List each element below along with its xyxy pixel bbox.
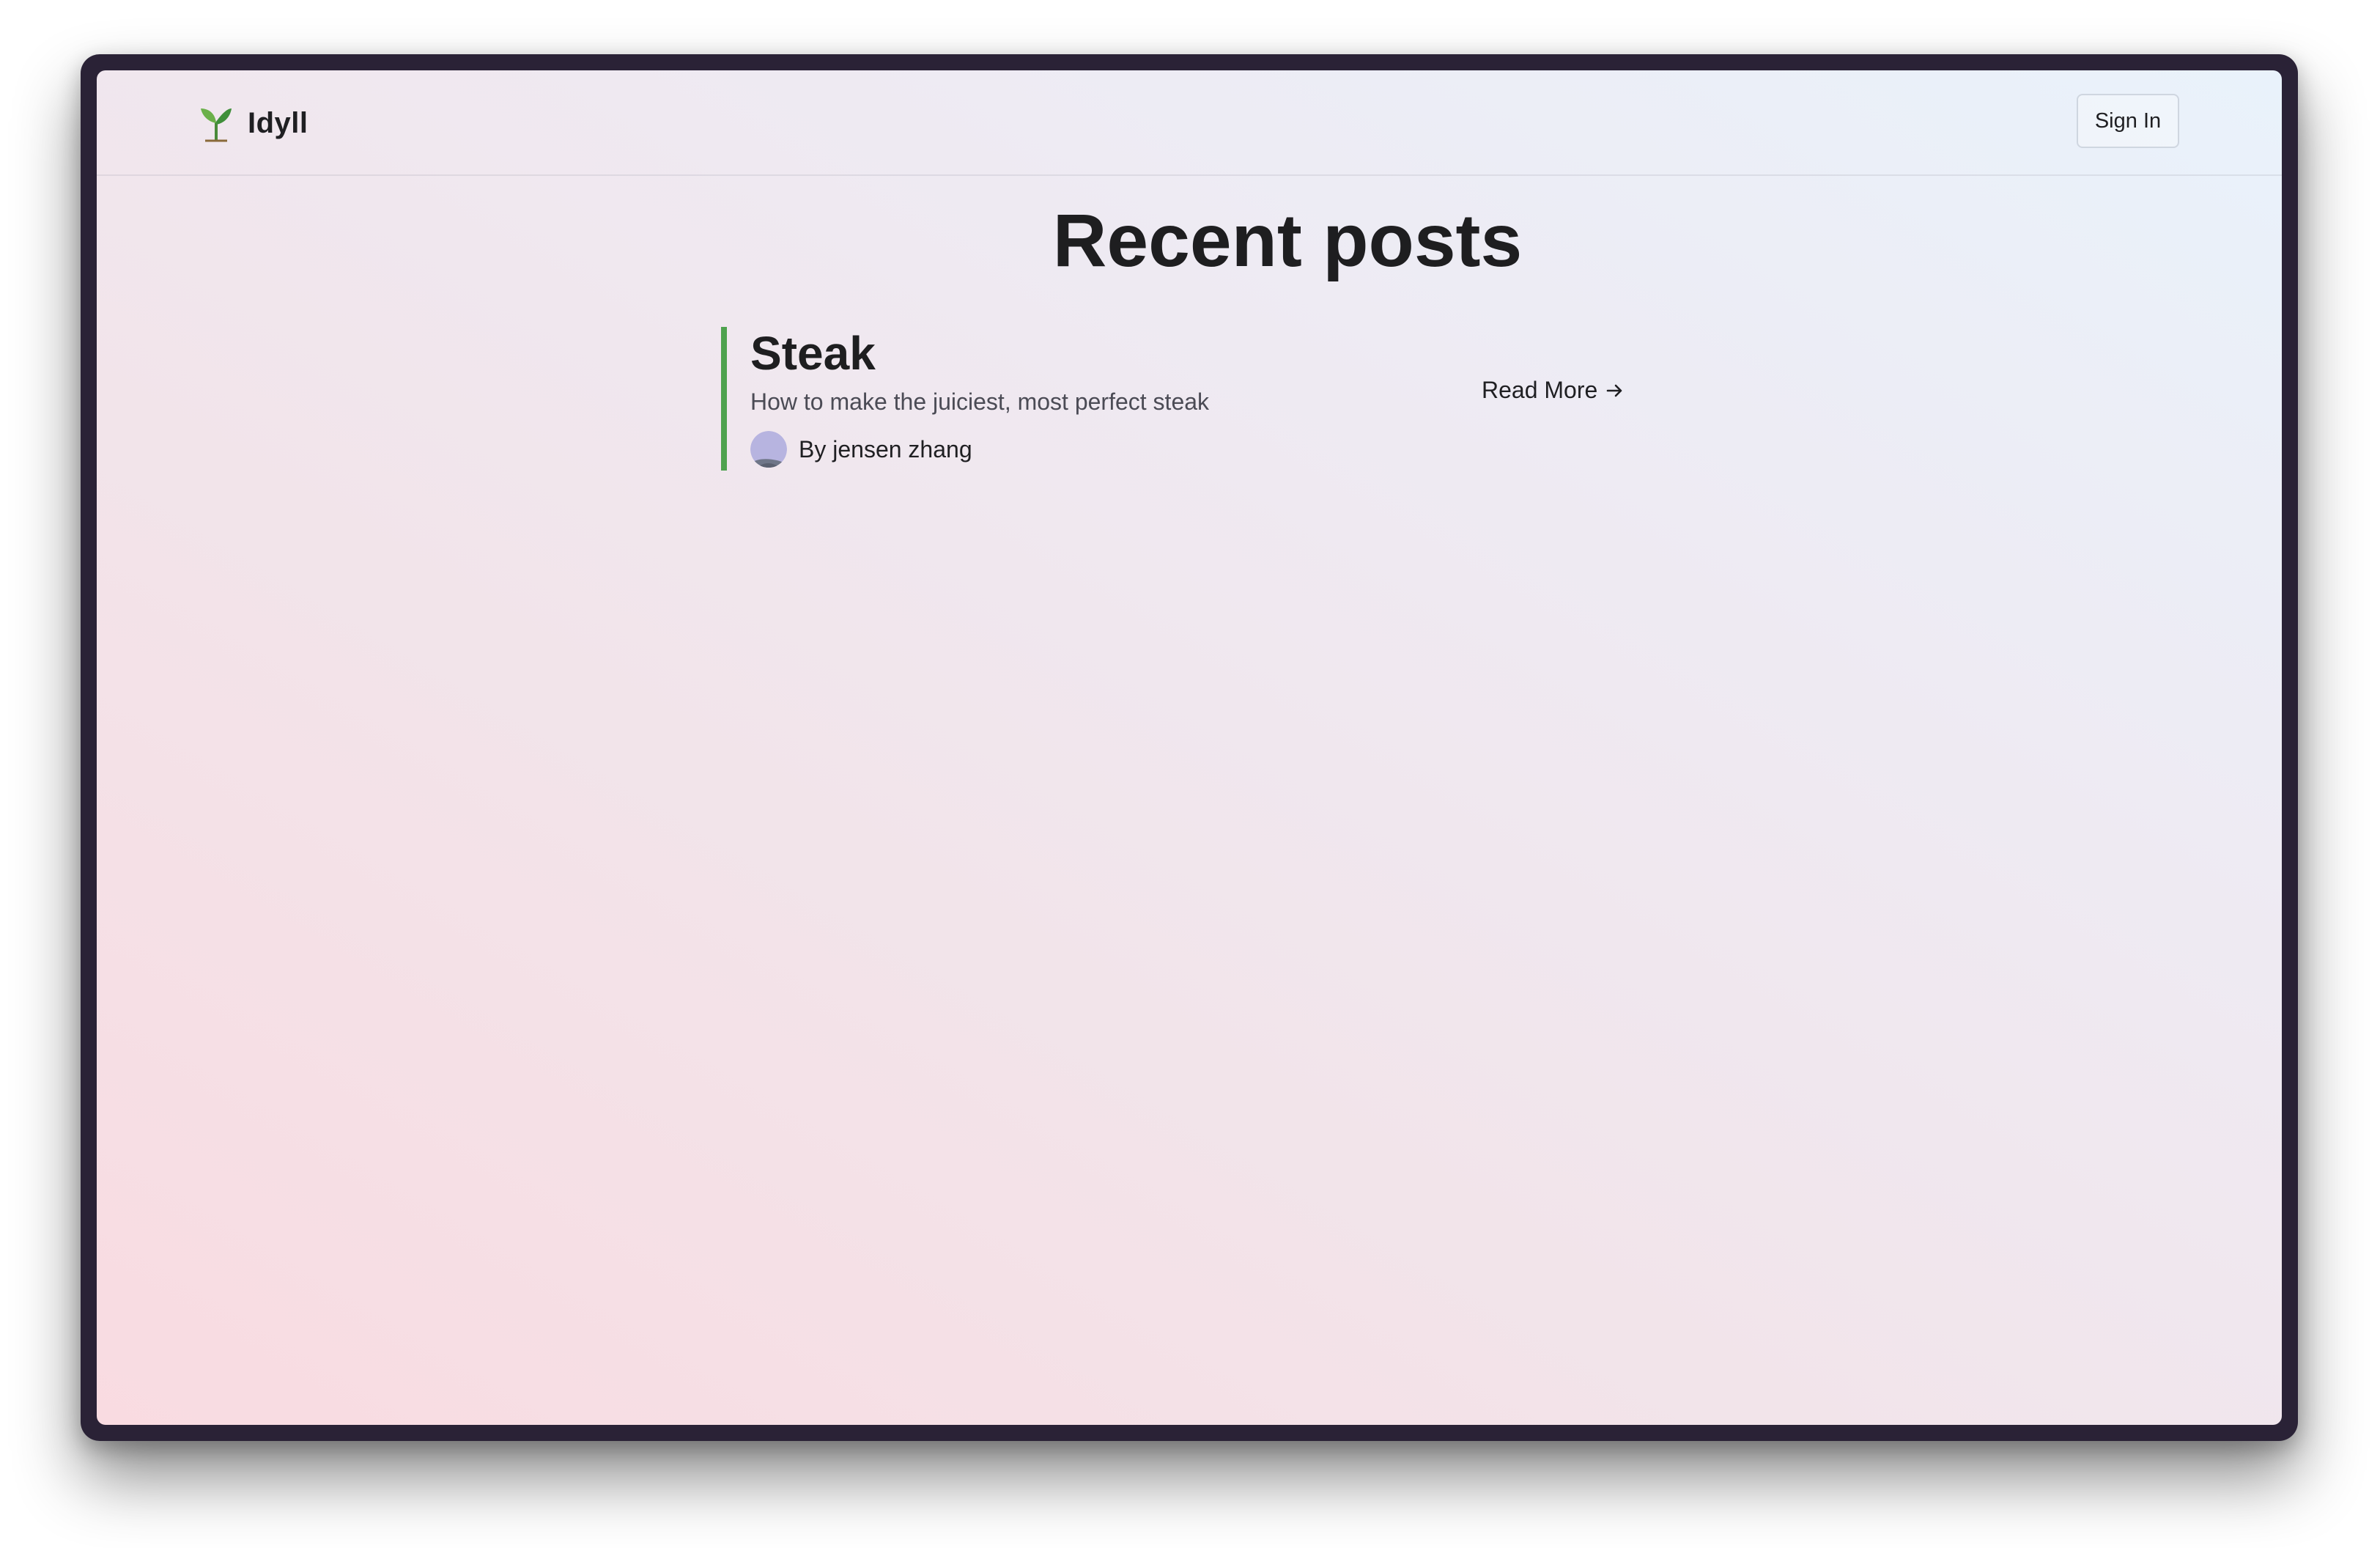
desktop-background: Idyll Sign In Recent posts Steak How to … xyxy=(0,0,2380,1548)
top-navbar: Idyll Sign In xyxy=(97,70,2282,176)
post-description: How to make the juiciest, most perfect s… xyxy=(750,388,1210,415)
post-accent-bar xyxy=(721,327,727,471)
arrow-right-icon xyxy=(1606,384,1622,397)
author-avatar xyxy=(750,431,787,468)
post-author: By jensen zhang xyxy=(750,430,972,469)
device-frame: Idyll Sign In Recent posts Steak How to … xyxy=(81,54,2298,1441)
read-more-label: Read More xyxy=(1482,377,1598,403)
author-name: By jensen zhang xyxy=(799,435,972,462)
sprout-icon xyxy=(201,108,232,142)
post-card: Steak How to make the juiciest, most per… xyxy=(721,327,1762,471)
app-name: Idyll xyxy=(248,106,308,139)
app-screen: Idyll Sign In Recent posts Steak How to … xyxy=(97,70,2282,1425)
read-more-link[interactable]: Read More xyxy=(1482,377,1625,404)
page-title: Recent posts xyxy=(1052,199,1523,282)
sign-in-button[interactable]: Sign In xyxy=(2077,94,2179,148)
post-title[interactable]: Steak xyxy=(750,327,876,380)
logo-link[interactable]: Idyll xyxy=(199,103,308,144)
